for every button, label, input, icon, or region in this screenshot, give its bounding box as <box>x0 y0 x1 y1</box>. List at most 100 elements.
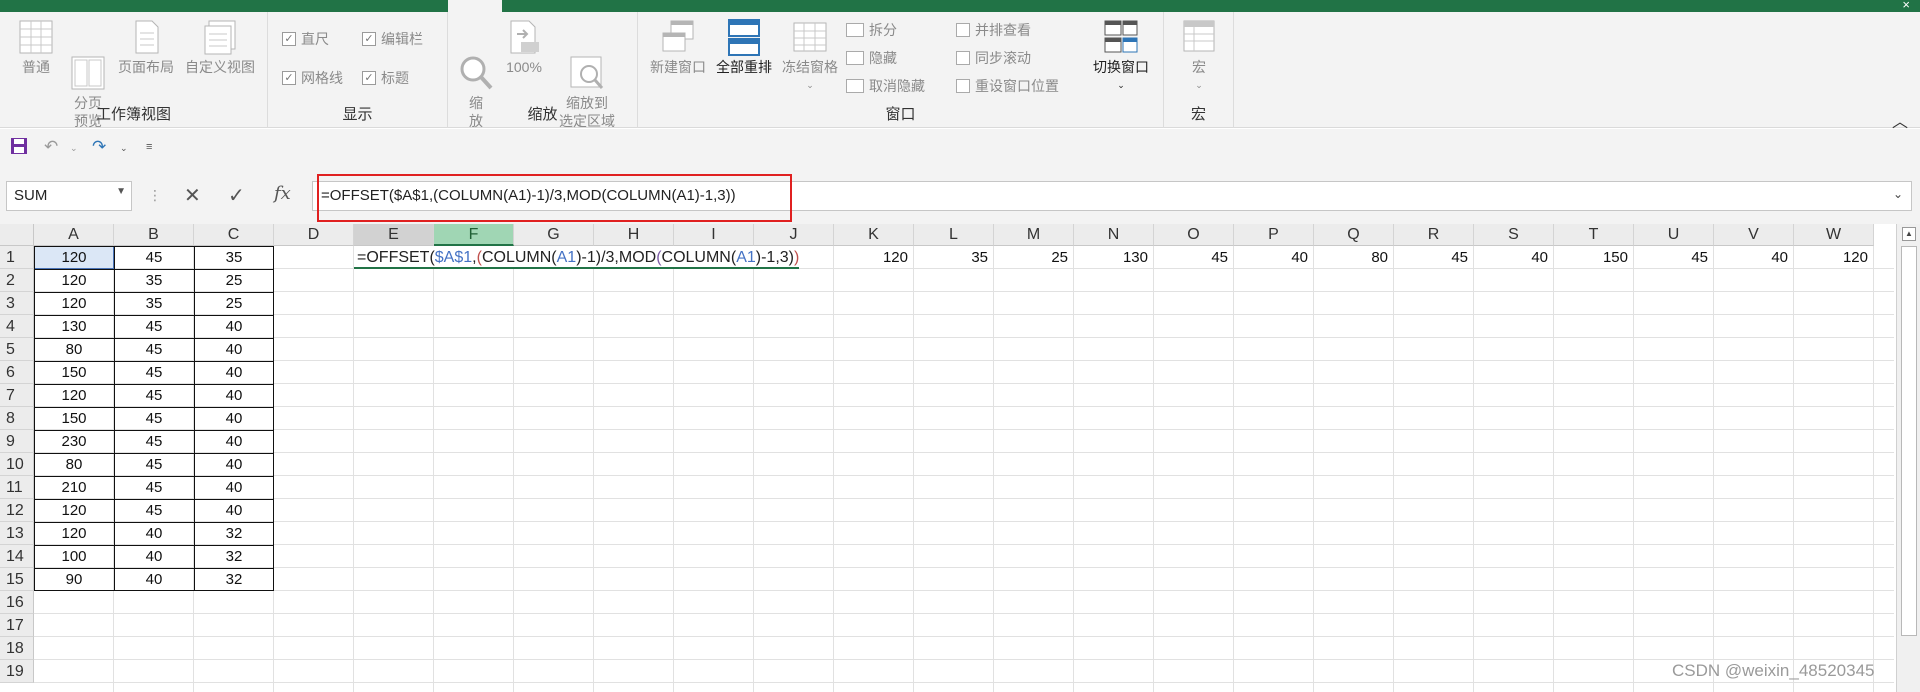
cell-b5[interactable]: 45 <box>114 338 194 361</box>
cell-k1[interactable]: 120 <box>834 246 914 269</box>
cell-b10[interactable]: 45 <box>114 453 194 476</box>
row-header-11[interactable]: 11 <box>0 476 34 499</box>
cell-r1[interactable]: 45 <box>1394 246 1474 269</box>
column-header-q[interactable]: Q <box>1314 224 1394 246</box>
column-header-g[interactable]: G <box>514 224 594 246</box>
cell-b9[interactable]: 45 <box>114 430 194 453</box>
cell-a15[interactable]: 90 <box>34 568 114 591</box>
column-header-t[interactable]: T <box>1554 224 1634 246</box>
formula-bar-checkbox[interactable]: ✓ 编辑栏 <box>362 29 423 49</box>
column-header-o[interactable]: O <box>1154 224 1234 246</box>
enter-icon[interactable]: ✓ <box>228 183 245 208</box>
cell-m1[interactable]: 25 <box>994 246 1074 269</box>
column-header-n[interactable]: N <box>1074 224 1154 246</box>
cell-b8[interactable]: 45 <box>114 407 194 430</box>
row-header-14[interactable]: 14 <box>0 545 34 568</box>
zoom-100-button[interactable]: 100% <box>502 18 546 76</box>
cell-b6[interactable]: 45 <box>114 361 194 384</box>
row-header-12[interactable]: 12 <box>0 499 34 522</box>
reset-window-position-button[interactable]: 重设窗口位置 <box>956 76 1059 96</box>
cell-b1[interactable]: 45 <box>114 246 194 269</box>
cell-b13[interactable]: 40 <box>114 522 194 545</box>
column-header-p[interactable]: P <box>1234 224 1314 246</box>
macros-button[interactable]: 宏 ⌄ <box>1178 18 1220 94</box>
row-header-2[interactable]: 2 <box>0 269 34 292</box>
expand-formula-icon[interactable]: ⌄ <box>1893 187 1903 201</box>
row-header-6[interactable]: 6 <box>0 361 34 384</box>
cell-a14[interactable]: 100 <box>34 545 114 568</box>
cell-n1[interactable]: 130 <box>1074 246 1154 269</box>
cell-a13[interactable]: 120 <box>34 522 114 545</box>
vertical-scrollbar[interactable]: ▲ <box>1896 224 1920 692</box>
cell-a1[interactable]: 120 <box>34 246 114 269</box>
column-header-a[interactable]: A <box>34 224 114 246</box>
cell-a2[interactable]: 120 <box>34 269 114 292</box>
row-header-1[interactable]: 1 <box>0 246 34 269</box>
cell-c10[interactable]: 40 <box>194 453 274 476</box>
cell-o1[interactable]: 45 <box>1154 246 1234 269</box>
view-side-by-side-button[interactable]: 并排查看 <box>956 20 1031 40</box>
cell-c14[interactable]: 32 <box>194 545 274 568</box>
worksheet-grid[interactable]: A B C D E F G H I J K L M N O P Q R S T U V W 1 2 3 4 5 6 7 8 9 10 11 12 13… <box>0 224 1920 692</box>
row-header-7[interactable]: 7 <box>0 384 34 407</box>
column-header-j[interactable]: J <box>754 224 834 246</box>
column-header-r[interactable]: R <box>1394 224 1474 246</box>
row-header-18[interactable]: 18 <box>0 637 34 660</box>
chevron-down-icon[interactable]: ▼ <box>116 186 126 197</box>
row-header-15[interactable]: 15 <box>0 568 34 591</box>
editing-cell-e1[interactable]: =OFFSET($A$1,(COLUMN(A1)-1)/3,MOD(COLUMN… <box>354 246 800 269</box>
cell-w1[interactable]: 120 <box>1794 246 1874 269</box>
cell-b2[interactable]: 35 <box>114 269 194 292</box>
split-button[interactable]: 拆分 <box>846 20 897 40</box>
cell-b15[interactable]: 40 <box>114 568 194 591</box>
cell-c13[interactable]: 32 <box>194 522 274 545</box>
column-header-c[interactable]: C <box>194 224 274 246</box>
cell-a11[interactable]: 210 <box>34 476 114 499</box>
row-header-4[interactable]: 4 <box>0 315 34 338</box>
cell-c8[interactable]: 40 <box>194 407 274 430</box>
column-header-h[interactable]: H <box>594 224 674 246</box>
column-header-d[interactable]: D <box>274 224 354 246</box>
cell-c7[interactable]: 40 <box>194 384 274 407</box>
cell-c3[interactable]: 25 <box>194 292 274 315</box>
custom-view-button[interactable]: 自定义视图 <box>180 18 260 76</box>
column-header-v[interactable]: V <box>1714 224 1794 246</box>
row-header-3[interactable]: 3 <box>0 292 34 315</box>
cell-q1[interactable]: 80 <box>1314 246 1394 269</box>
cancel-icon[interactable]: ✕ <box>184 183 201 208</box>
insert-function-icon[interactable]: fx <box>274 183 291 204</box>
gridlines-checkbox[interactable]: ✓ 网格线 <box>282 68 343 88</box>
close-icon[interactable]: × <box>1902 0 1910 12</box>
column-header-s[interactable]: S <box>1474 224 1554 246</box>
cell-c2[interactable]: 25 <box>194 269 274 292</box>
cell-c5[interactable]: 40 <box>194 338 274 361</box>
cell-a12[interactable]: 120 <box>34 499 114 522</box>
scroll-up-icon[interactable]: ▲ <box>1902 227 1916 241</box>
ruler-checkbox[interactable]: ✓ 直尺 <box>282 29 329 49</box>
scroll-thumb[interactable] <box>1901 246 1917 636</box>
arrange-all-button[interactable]: 全部重排 <box>712 18 776 76</box>
switch-windows-button[interactable]: 切换窗口 ⌄ <box>1086 18 1156 94</box>
normal-view-button[interactable]: 普通 <box>12 18 60 76</box>
column-header-e[interactable]: E <box>354 224 434 246</box>
cell-v1[interactable]: 40 <box>1714 246 1794 269</box>
cell-t1[interactable]: 150 <box>1554 246 1634 269</box>
cell-c6[interactable]: 40 <box>194 361 274 384</box>
row-header-16[interactable]: 16 <box>0 591 34 614</box>
name-box[interactable]: SUM ▼ <box>6 181 132 211</box>
headings-checkbox[interactable]: ✓ 标题 <box>362 68 409 88</box>
column-header-i[interactable]: I <box>674 224 754 246</box>
save-icon[interactable] <box>10 137 28 160</box>
cell-a7[interactable]: 120 <box>34 384 114 407</box>
column-header-u[interactable]: U <box>1634 224 1714 246</box>
cell-b7[interactable]: 45 <box>114 384 194 407</box>
cell-a10[interactable]: 80 <box>34 453 114 476</box>
cell-l1[interactable]: 35 <box>914 246 994 269</box>
hide-button[interactable]: 隐藏 <box>846 48 897 68</box>
cell-c4[interactable]: 40 <box>194 315 274 338</box>
row-header-10[interactable]: 10 <box>0 453 34 476</box>
cell-s1[interactable]: 40 <box>1474 246 1554 269</box>
cell-u1[interactable]: 45 <box>1634 246 1714 269</box>
row-header-17[interactable]: 17 <box>0 614 34 637</box>
column-header-m[interactable]: M <box>994 224 1074 246</box>
